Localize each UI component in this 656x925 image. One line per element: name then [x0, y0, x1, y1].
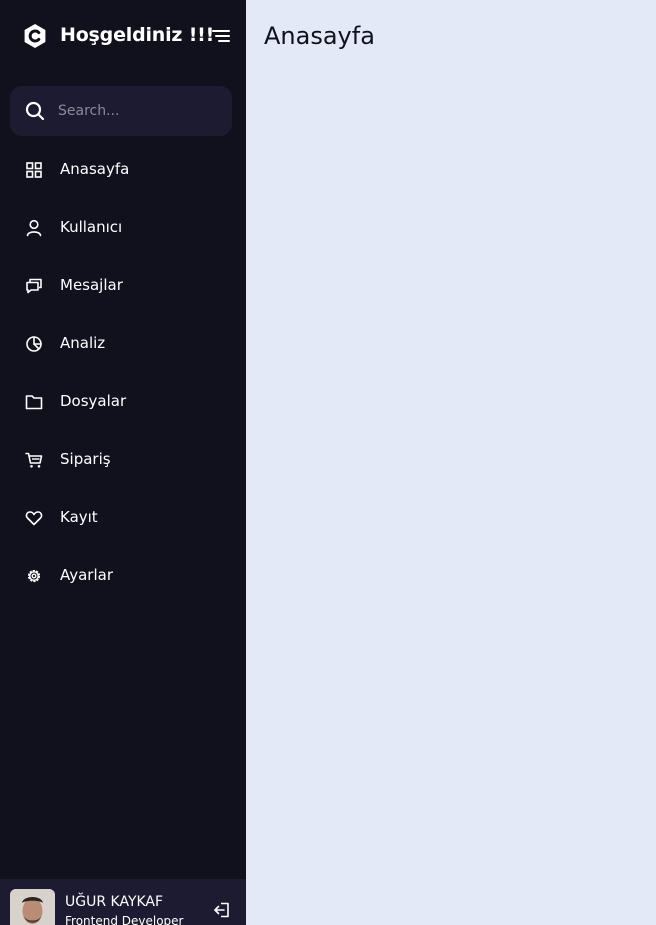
sidebar-item-label: Kayıt — [60, 508, 98, 526]
grid-icon — [24, 160, 44, 180]
gear-icon — [24, 566, 44, 586]
menu-lines-icon[interactable] — [211, 27, 231, 45]
logo-details: Hoşgeldiniz !!! — [0, 0, 246, 72]
profile-job: Frontend Developer — [65, 914, 184, 925]
logout-icon[interactable] — [212, 900, 232, 920]
folder-icon — [24, 392, 44, 412]
sidebar-item-anasayfa[interactable]: Anasayfa — [0, 140, 246, 198]
chat-icon — [24, 276, 44, 296]
sidebar-item-label: Mesajlar — [60, 276, 123, 294]
search-input[interactable] — [58, 86, 226, 136]
sidebar-item-dosyalar[interactable]: Dosyalar — [0, 372, 246, 430]
sidebar-item-label: Sipariş — [60, 450, 111, 468]
nav-list: Anasayfa Kullanıcı Mesajlar Analiz Dosya… — [0, 140, 246, 604]
sidebar-item-label: Kullanıcı — [60, 218, 123, 236]
user-icon — [24, 218, 44, 238]
pie-chart-icon — [24, 334, 44, 354]
search-icon[interactable] — [24, 100, 46, 122]
profile-section: UĞUR KAYKAF Frontend Developer — [0, 879, 246, 925]
logo-title: Hoşgeldiniz !!! — [60, 24, 215, 46]
profile-name: UĞUR KAYKAF — [65, 894, 164, 910]
avatar — [10, 889, 55, 925]
sidebar-item-siparis[interactable]: Sipariş — [0, 430, 246, 488]
page-title: Anasayfa — [264, 22, 375, 50]
sidebar-item-label: Dosyalar — [60, 392, 127, 410]
cart-icon — [24, 450, 44, 470]
sidebar-item-label: Analiz — [60, 334, 106, 352]
sidebar-item-kayit[interactable]: Kayıt — [0, 488, 246, 546]
sidebar: Hoşgeldiniz !!! Search... Anasayfa Kulla… — [0, 0, 246, 925]
sidebar-item-kullanici[interactable]: Kullanıcı — [0, 198, 246, 256]
sidebar-item-label: Anasayfa — [60, 160, 130, 178]
heart-icon — [24, 508, 44, 528]
sidebar-item-label: Ayarlar — [60, 566, 114, 584]
sidebar-item-analiz[interactable]: Analiz — [0, 314, 246, 372]
search-box — [10, 86, 232, 136]
c-hexagon-logo-icon — [22, 23, 48, 49]
sidebar-item-mesajlar[interactable]: Mesajlar — [0, 256, 246, 314]
sidebar-item-ayarlar[interactable]: Ayarlar — [0, 546, 246, 604]
